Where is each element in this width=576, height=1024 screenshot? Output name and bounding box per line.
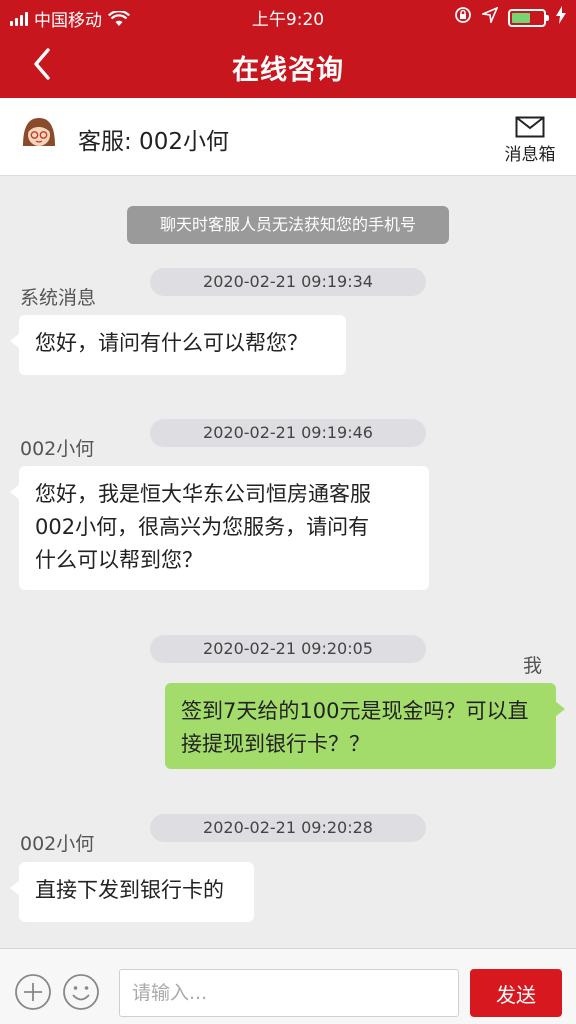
rotation-lock-icon (454, 6, 472, 29)
message-timestamp: 2020-02-21 09:20:28 (150, 814, 426, 842)
avatar (20, 116, 58, 154)
page-title: 在线咨询 (232, 55, 344, 86)
message-bubble-incoming: 您好，我是恒大华东公司恒房通客服 002小何，很高兴为您服务，请问有 什么可以帮… (10, 466, 429, 590)
location-icon (480, 6, 499, 28)
message-text: 您好，请问有什么可以帮您？ (35, 331, 308, 355)
nav-bar: 在线咨询 (0, 32, 576, 98)
message-sender: 系统消息 (20, 287, 97, 309)
top-header: 中国移动 上午9:20 在线咨询 (0, 0, 576, 98)
message-text-line: 签到7天给的100元是现金吗？可以直 (181, 699, 529, 723)
message-text-line: 002小何，很高兴为您服务，请问有 (35, 515, 370, 539)
agent-bar: 客服: 002小何 消息箱 (0, 98, 576, 176)
message-timestamp: 2020-02-21 09:20:05 (150, 635, 426, 663)
charging-icon (556, 6, 566, 29)
battery-icon (508, 8, 549, 27)
agent-name: 客服: 002小何 (78, 129, 229, 155)
message-text-line: 什么可以帮到您？ (35, 548, 203, 572)
message-bubble-incoming: 直接下发到银行卡的 (10, 862, 254, 922)
message-text: 直接下发到银行卡的 (35, 878, 224, 902)
message-sender: 002小何 (20, 438, 95, 460)
add-button[interactable] (14, 973, 52, 1011)
plus-circle-icon (15, 974, 51, 1010)
message-bubble-incoming: 您好，请问有什么可以帮您？ (10, 315, 346, 375)
inbox-button[interactable]: 消息箱 (500, 116, 560, 165)
envelope-icon (515, 116, 545, 138)
message-timestamp: 2020-02-21 09:19:46 (150, 419, 426, 447)
input-bar: 发送 (0, 948, 576, 1024)
emoji-button[interactable] (62, 973, 100, 1011)
message-input[interactable] (119, 969, 459, 1017)
smiley-icon (63, 974, 99, 1010)
message-sender: 002小何 (20, 833, 95, 855)
privacy-notice: 聊天时客服人员无法获知您的手机号 (127, 206, 449, 244)
status-bar: 中国移动 上午9:20 (0, 0, 576, 32)
message-bubble-outgoing: 签到7天给的100元是现金吗？可以直 接提现到银行卡？？ (165, 683, 565, 769)
message-text-line: 您好，我是恒大华东公司恒房通客服 (35, 482, 371, 506)
send-button[interactable]: 发送 (470, 969, 562, 1017)
message-timestamp: 2020-02-21 09:19:34 (150, 268, 426, 296)
message-text-line: 接提现到银行卡？？ (181, 732, 370, 756)
chat-area[interactable]: 聊天时客服人员无法获知您的手机号 2020-02-21 09:19:34 系统消… (0, 176, 576, 948)
message-sender: 我 (523, 655, 543, 677)
inbox-label: 消息箱 (504, 145, 556, 165)
